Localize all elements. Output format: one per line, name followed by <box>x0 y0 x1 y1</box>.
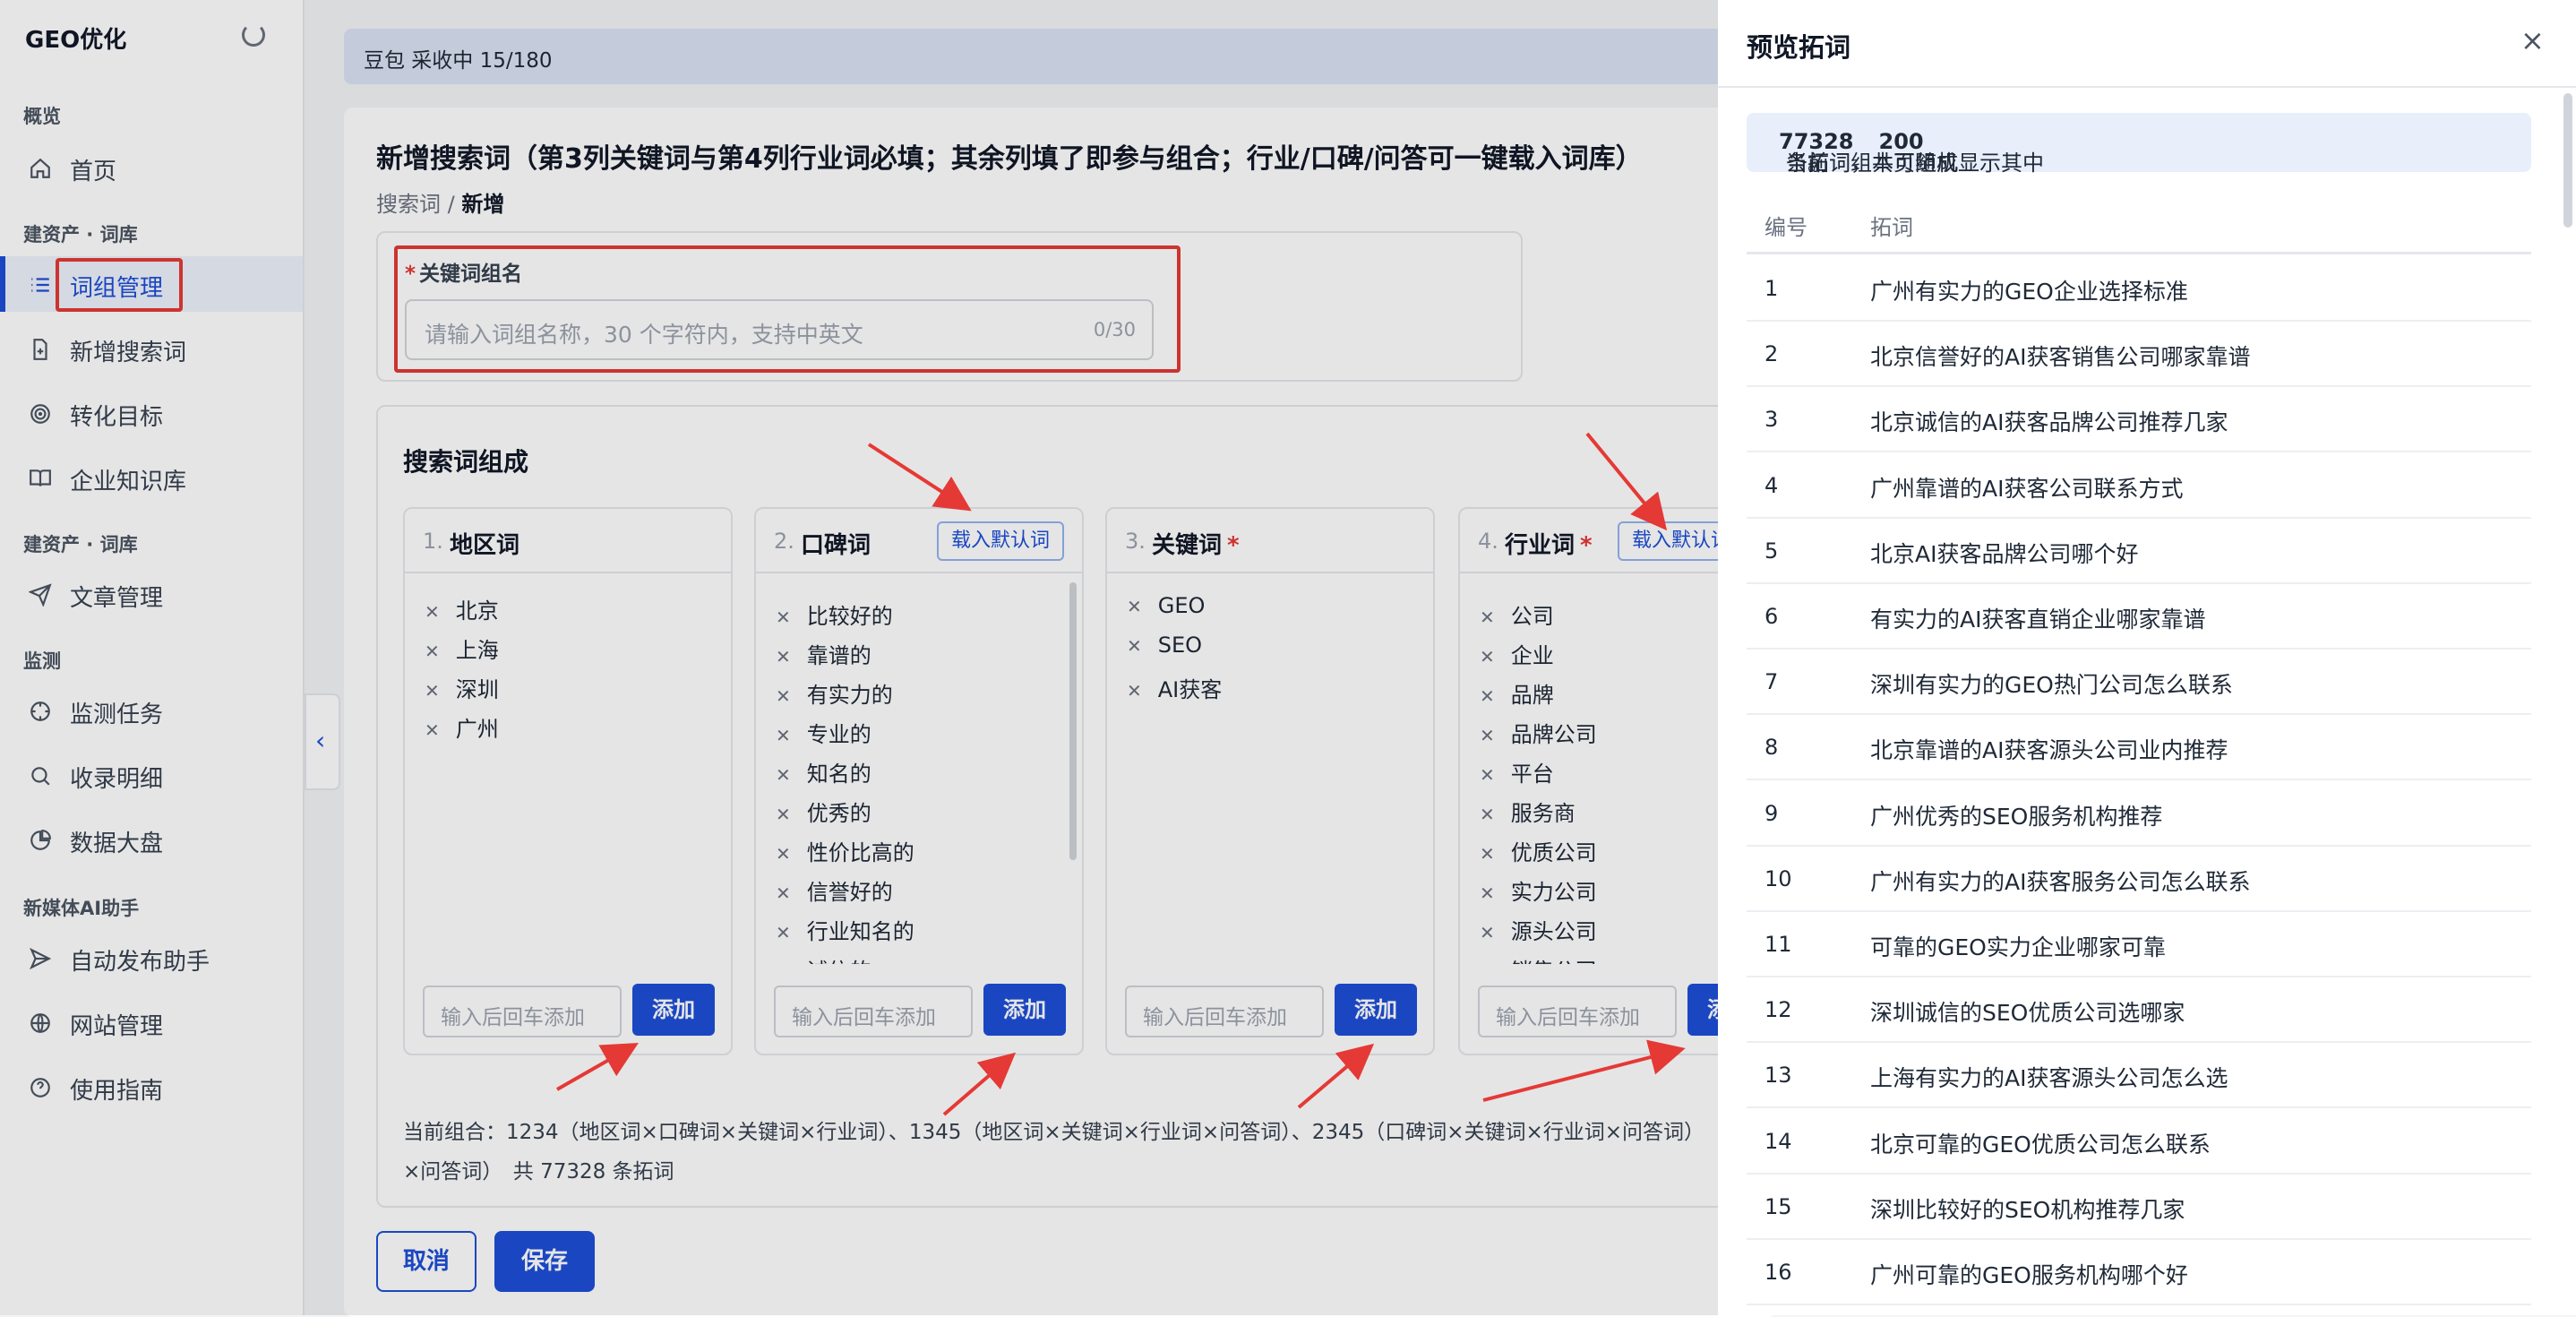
drawer-divider <box>1718 86 2576 88</box>
annotation-arrow <box>867 443 972 512</box>
drawer-scrollbar[interactable] <box>2563 93 2572 228</box>
row-word: 深圳比较好的SEO机构推荐几家 <box>1870 1196 2185 1223</box>
table-row: 1 广州有实力的GEO企业选择标准 <box>1747 256 2531 322</box>
row-number: 10 <box>1765 865 1792 891</box>
table-row: 11 可靠的GEO实力企业哪家可靠 <box>1747 912 2531 977</box>
annotation-arrow <box>1297 1043 1375 1109</box>
row-number: 1 <box>1765 276 1779 301</box>
row-number: 14 <box>1765 1128 1792 1154</box>
table-row: 7 深圳有实力的GEO热门公司怎么联系 <box>1747 650 2531 716</box>
row-word: 北京可靠的GEO优质公司怎么联系 <box>1870 1131 2211 1158</box>
close-icon[interactable]: × <box>2520 23 2545 57</box>
table-header: 编号 拓词 <box>1747 199 2531 254</box>
row-number: 11 <box>1765 932 1792 957</box>
row-word: 广州优秀的SEO服务机构推荐 <box>1870 803 2163 830</box>
annotation-arrow <box>942 1052 1017 1116</box>
row-word: 上海有实力的AI获客源头公司怎么选 <box>1870 1065 2228 1092</box>
row-number: 6 <box>1765 604 1779 629</box>
row-word: 北京靠谱的AI获客源头公司业内推荐 <box>1870 737 2228 764</box>
table-row: 13 上海有实力的AI获客源头公司怎么选 <box>1747 1043 2531 1109</box>
row-word: 广州有实力的AI获客服务公司怎么联系 <box>1870 868 2251 895</box>
row-number: 3 <box>1765 407 1779 433</box>
table-row: 9 广州优秀的SEO服务机构推荐 <box>1747 781 2531 847</box>
table-row: 12 深圳诚信的SEO优质公司选哪家 <box>1747 977 2531 1044</box>
app-root: GEO优化 概览 首页 建资产 · 词库 词组管理 新增搜索词 转化目标 企业知… <box>0 0 2576 1317</box>
row-word: 广州靠谱的AI获客公司联系方式 <box>1870 475 2184 502</box>
row-number: 7 <box>1765 669 1779 695</box>
row-number: 16 <box>1765 1260 1792 1285</box>
summary-text: 当前词组共可组成 77328 条拓词，本页随机显示其中 200 条。 <box>1766 129 2044 176</box>
row-word: 北京信誉好的AI获客销售公司哪家靠谱 <box>1870 344 2251 371</box>
row-word: 广州有实力的GEO企业选择标准 <box>1870 279 2188 305</box>
row-number: 4 <box>1765 472 1779 498</box>
row-word: 广州可靠的GEO服务机构哪个好 <box>1870 1262 2188 1288</box>
row-word: 深圳诚信的SEO优质公司选哪家 <box>1870 1000 2185 1027</box>
table-row: 10 广州有实力的AI获客服务公司怎么联系 <box>1747 847 2531 912</box>
table-row: 8 北京靠谱的AI获客源头公司业内推荐 <box>1747 715 2531 781</box>
row-word: 可靠的GEO实力企业哪家可靠 <box>1870 934 2166 960</box>
summary-notice: 当前词组共可组成 77328 条拓词，本页随机显示其中 200 条。 <box>1747 113 2531 176</box>
table-row: 14 北京可靠的GEO优质公司怎么联系 <box>1747 1109 2531 1175</box>
table-row: 5 北京AI获客品牌公司哪个好 <box>1747 519 2531 584</box>
row-word: 北京AI获客品牌公司哪个好 <box>1870 540 2139 567</box>
annotation-arrows <box>556 432 1686 1116</box>
table-row: 4 广州靠谱的AI获客公司联系方式 <box>1747 453 2531 519</box>
row-word: 北京诚信的AI获客品牌公司推荐几家 <box>1870 409 2228 436</box>
annotation-arrow <box>556 1043 639 1091</box>
table-row: 15 深圳比较好的SEO机构推荐几家 <box>1747 1175 2531 1240</box>
row-number: 13 <box>1765 1063 1792 1089</box>
row-number: 8 <box>1765 735 1779 761</box>
row-word: 深圳有实力的GEO热门公司怎么联系 <box>1870 672 2233 699</box>
column-header-word: 拓词 <box>1870 215 1913 240</box>
row-number: 2 <box>1765 341 1779 367</box>
row-number: 12 <box>1765 997 1792 1023</box>
annotation-arrow <box>1585 432 1668 531</box>
row-word: 有实力的AI获客直销企业哪家靠谱 <box>1870 607 2206 633</box>
table-row: 3 北京诚信的AI获客品牌公司推荐几家 <box>1747 387 2531 453</box>
summary-suffix: 条。 <box>1786 151 1829 176</box>
drawer-title: 预览拓词 <box>1747 32 1851 63</box>
column-header-number: 编号 <box>1765 215 1807 240</box>
table-row: 6 有实力的AI获客直销企业哪家靠谱 <box>1747 584 2531 650</box>
row-number: 15 <box>1765 1193 1792 1219</box>
row-number: 5 <box>1765 538 1779 564</box>
annotation-arrow <box>1482 1039 1686 1102</box>
table-row: 2 北京信誉好的AI获客销售公司哪家靠谱 <box>1747 322 2531 388</box>
table-row: 16 广州可靠的GEO服务机构哪个好 <box>1747 1240 2531 1305</box>
row-number: 9 <box>1765 800 1779 826</box>
preview-drawer: 预览拓词 × 当前词组共可组成 77328 条拓词，本页随机显示其中 200 条。 编号… <box>1718 0 2576 1315</box>
